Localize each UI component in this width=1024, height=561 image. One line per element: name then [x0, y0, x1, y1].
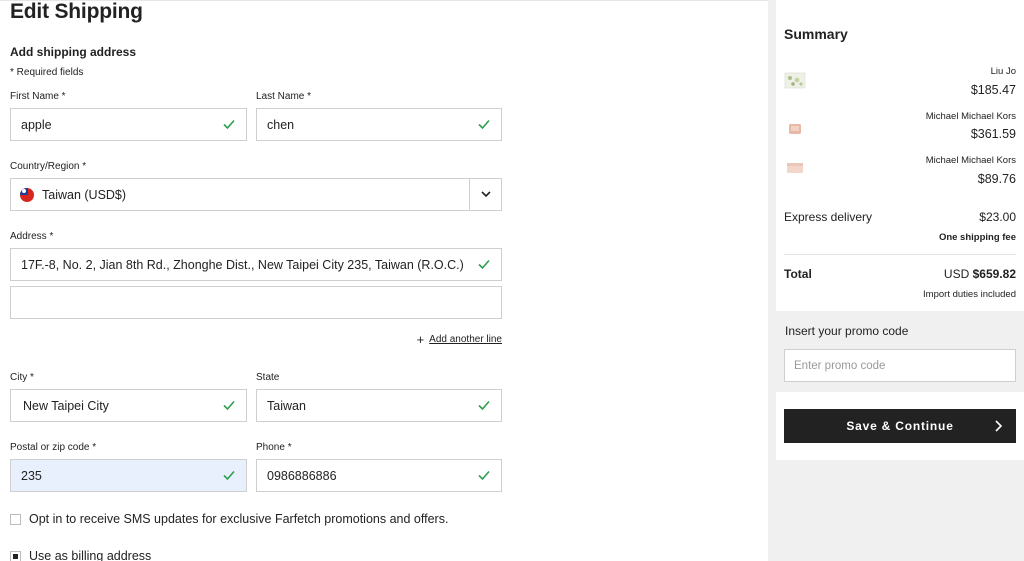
save-continue-label: Save & Continue [846, 419, 954, 433]
promo-code-input[interactable] [784, 349, 1016, 382]
valid-check-icon [478, 259, 490, 270]
address-label: Address * [10, 231, 54, 242]
delivery-label: Express delivery [784, 210, 873, 224]
product-thumbnail[interactable] [784, 159, 806, 177]
valid-check-icon [478, 119, 490, 130]
last-name-value: chen [267, 117, 295, 132]
state-field[interactable]: Taiwan [256, 389, 502, 422]
address-line2-field[interactable] [10, 286, 502, 319]
summary-title: Summary [784, 26, 848, 42]
divider [784, 254, 1016, 255]
plus-icon: + [416, 331, 425, 347]
save-continue-button[interactable]: Save & Continue [784, 409, 1016, 443]
total-currency: USD [943, 267, 970, 281]
sms-optin-checkbox[interactable] [10, 513, 21, 525]
address-line1-value: 17F.-8, No. 2, Jian 8th Rd., Zhonghe Dis… [21, 257, 464, 272]
section-subtitle: Add shipping address [10, 45, 137, 59]
billing-address-label: Use as billing address [29, 549, 152, 561]
summary-item: Liu Jo $185.47 [784, 66, 1016, 100]
delivery-row: Express delivery $23.00 [784, 210, 1016, 224]
state-label: State [256, 372, 280, 383]
chevron-down-icon[interactable] [470, 178, 501, 211]
shipping-fee-note: One shipping fee [938, 232, 1016, 243]
address-line1-field[interactable]: 17F.-8, No. 2, Jian 8th Rd., Zhonghe Dis… [10, 248, 502, 281]
page-title: Edit Shipping [10, 0, 143, 23]
valid-check-icon [478, 400, 490, 411]
phone-field[interactable]: 0986886886 [256, 459, 502, 492]
item-brand: Michael Michael Kors [925, 155, 1016, 166]
first-name-value: apple [21, 117, 52, 132]
billing-address-row[interactable]: Use as billing address [10, 549, 151, 561]
valid-check-icon [478, 470, 490, 481]
product-thumbnail[interactable] [784, 71, 806, 89]
total-amount: USD $659.82 [944, 267, 1016, 281]
first-name-field[interactable]: apple [10, 108, 247, 141]
item-price: $89.76 [977, 172, 1016, 186]
taiwan-flag-icon [20, 187, 34, 202]
country-select[interactable]: Taiwan (USD$) [10, 178, 502, 211]
state-value: Taiwan [267, 398, 306, 413]
total-value: $659.82 [972, 267, 1016, 281]
required-note: * Required fields [10, 67, 84, 78]
add-another-line-link[interactable]: + Add another line [416, 331, 502, 347]
product-thumbnail[interactable] [784, 120, 806, 138]
city-field[interactable]: New Taipei City [10, 389, 247, 422]
total-label: Total [784, 267, 812, 281]
first-name-label: First Name * [10, 91, 66, 102]
add-another-line-label: Add another line [429, 334, 502, 345]
chevron-right-icon [995, 420, 1003, 432]
item-brand: Liu Jo [990, 66, 1016, 77]
duties-note: Import duties included [923, 289, 1016, 300]
postal-label: Postal or zip code * [10, 442, 97, 453]
sms-optin-row[interactable]: Opt in to receive SMS updates for exclus… [10, 512, 448, 526]
valid-check-icon [223, 119, 235, 130]
valid-check-icon [223, 470, 235, 481]
postal-code-field[interactable]: 235 [10, 459, 247, 492]
promo-label: Insert your promo code [785, 324, 909, 338]
summary-item: Michael Michael Kors $89.76 [784, 155, 1016, 189]
valid-check-icon [223, 400, 235, 411]
item-price: $185.47 [970, 83, 1016, 97]
city-value: New Taipei City [23, 398, 109, 413]
item-brand: Michael Michael Kors [925, 111, 1016, 122]
billing-address-checkbox[interactable] [10, 550, 21, 561]
city-label: City * [10, 372, 34, 383]
country-label: Country/Region * [10, 161, 87, 172]
country-value: Taiwan (USD$) [42, 187, 127, 202]
delivery-price: $23.00 [979, 210, 1016, 224]
postal-code-value: 235 [21, 468, 42, 483]
item-price: $361.59 [970, 127, 1016, 141]
phone-label: Phone * [256, 442, 292, 453]
phone-value: 0986886886 [267, 468, 337, 483]
total-row: Total USD $659.82 [784, 267, 1016, 281]
last-name-label: Last Name * [256, 91, 312, 102]
summary-item: Michael Michael Kors $361.59 [784, 111, 1016, 145]
last-name-field[interactable]: chen [256, 108, 502, 141]
sms-optin-label: Opt in to receive SMS updates for exclus… [29, 512, 449, 526]
